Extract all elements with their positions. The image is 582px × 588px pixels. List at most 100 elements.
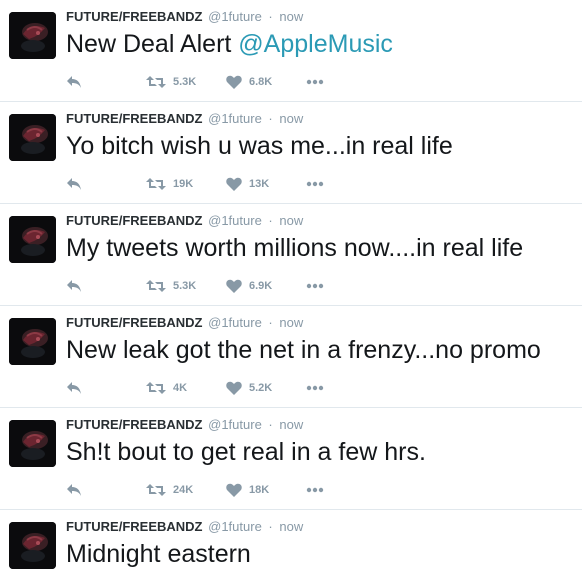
- tweet-body: Sh!t bout to get real in a few hrs.: [66, 438, 426, 466]
- avatar-artwork-icon: [9, 318, 56, 365]
- display-name[interactable]: FUTURE/FREEBANDZ: [66, 417, 203, 432]
- reply-button[interactable]: [66, 73, 82, 91]
- tweet[interactable]: FUTURE/FREEBANDZ @1future · now New Deal…: [0, 0, 582, 102]
- retweet-count: 24K: [173, 484, 194, 496]
- reply-icon: [67, 382, 81, 394]
- retweet-count: 5.3K: [173, 280, 197, 292]
- more-button[interactable]: [306, 73, 324, 91]
- avatar[interactable]: [9, 216, 56, 263]
- separator-dot: ·: [268, 9, 273, 24]
- more-button[interactable]: [306, 277, 324, 295]
- tweet[interactable]: FUTURE/FREEBANDZ @1future · now Sh!t bou…: [0, 408, 582, 510]
- retweet-button[interactable]: 5.3K: [146, 73, 196, 91]
- retweet-count: 19K: [173, 178, 194, 190]
- more-button[interactable]: [306, 379, 324, 397]
- user-handle[interactable]: @1future: [208, 519, 262, 534]
- user-handle[interactable]: @1future: [208, 9, 262, 24]
- like-count: 18K: [249, 484, 270, 496]
- tweet-header: FUTURE/FREEBANDZ @1future · now: [66, 417, 303, 433]
- more-dots-icon: [306, 181, 324, 187]
- separator-dot: ·: [268, 519, 273, 534]
- tweet[interactable]: FUTURE/FREEBANDZ @1future · now New leak…: [0, 306, 582, 408]
- like-count: 13K: [249, 178, 270, 190]
- user-handle[interactable]: @1future: [208, 315, 262, 330]
- user-handle[interactable]: @1future: [208, 417, 262, 432]
- avatar[interactable]: [9, 420, 56, 467]
- tweet-header: FUTURE/FREEBANDZ @1future · now: [66, 213, 303, 229]
- tweet-body: Yo bitch wish u was me...in real life: [66, 132, 453, 160]
- reply-button[interactable]: [66, 379, 82, 397]
- tweet[interactable]: FUTURE/FREEBANDZ @1future · now Yo bitch…: [0, 102, 582, 204]
- avatar[interactable]: [9, 318, 56, 365]
- more-dots-icon: [306, 79, 324, 85]
- like-count: 6.8K: [249, 76, 273, 88]
- mention-link[interactable]: @AppleMusic: [238, 30, 393, 58]
- separator-dot: ·: [268, 111, 273, 126]
- tweet-header: FUTURE/FREEBANDZ @1future · now: [66, 315, 303, 331]
- separator-dot: ·: [268, 315, 273, 330]
- more-button[interactable]: [306, 175, 324, 193]
- retweet-button[interactable]: 5.3K: [146, 277, 196, 295]
- like-button[interactable]: 6.9K: [226, 277, 272, 295]
- tweet-feed: FUTURE/FREEBANDZ @1future · now New Deal…: [0, 0, 582, 588]
- more-dots-icon: [306, 487, 324, 493]
- reply-button[interactable]: [66, 175, 82, 193]
- display-name[interactable]: FUTURE/FREEBANDZ: [66, 111, 203, 126]
- tweet-body: New Deal Alert: [66, 30, 239, 58]
- retweet-button[interactable]: 19K: [146, 175, 193, 193]
- retweet-icon: [146, 382, 166, 394]
- avatar-artwork-icon: [9, 216, 56, 263]
- retweet-button[interactable]: 4K: [146, 379, 187, 397]
- display-name[interactable]: FUTURE/FREEBANDZ: [66, 213, 203, 228]
- tweet-header: FUTURE/FREEBANDZ @1future · now: [66, 111, 303, 127]
- avatar[interactable]: [9, 522, 56, 569]
- separator-dot: ·: [268, 417, 273, 432]
- display-name[interactable]: FUTURE/FREEBANDZ: [66, 519, 203, 534]
- retweet-count: 5.3K: [173, 76, 197, 88]
- timestamp[interactable]: now: [279, 111, 303, 126]
- reply-icon: [67, 484, 81, 496]
- tweet-header: FUTURE/FREEBANDZ @1future · now: [66, 9, 303, 25]
- reply-button[interactable]: [66, 277, 82, 295]
- heart-icon: [226, 75, 242, 89]
- retweet-count: 4K: [173, 382, 188, 394]
- more-dots-icon: [306, 283, 324, 289]
- like-button[interactable]: 13K: [226, 175, 269, 193]
- reply-button[interactable]: [66, 481, 82, 499]
- retweet-button[interactable]: 24K: [146, 481, 193, 499]
- avatar-artwork-icon: [9, 12, 56, 59]
- like-button[interactable]: 5.2K: [226, 379, 272, 397]
- retweet-icon: [146, 484, 166, 496]
- display-name[interactable]: FUTURE/FREEBANDZ: [66, 315, 203, 330]
- heart-icon: [226, 483, 242, 497]
- retweet-icon: [146, 76, 166, 88]
- user-handle[interactable]: @1future: [208, 111, 262, 126]
- heart-icon: [226, 177, 242, 191]
- avatar-artwork-icon: [9, 114, 56, 161]
- user-handle[interactable]: @1future: [208, 213, 262, 228]
- avatar[interactable]: [9, 12, 56, 59]
- tweet-text: New leak got the net in a frenzy...no pr…: [66, 334, 541, 366]
- avatar-artwork-icon: [9, 522, 56, 569]
- tweet[interactable]: FUTURE/FREEBANDZ @1future · now Midnight…: [0, 510, 582, 588]
- timestamp[interactable]: now: [279, 519, 303, 534]
- timestamp[interactable]: now: [279, 9, 303, 24]
- tweet-header: FUTURE/FREEBANDZ @1future · now: [66, 519, 303, 535]
- display-name[interactable]: FUTURE/FREEBANDZ: [66, 9, 203, 24]
- reply-icon: [67, 178, 81, 190]
- tweet-body: My tweets worth millions now....in real …: [66, 234, 524, 262]
- tweet-text: New Deal Alert @AppleMusic: [66, 28, 393, 60]
- timestamp[interactable]: now: [279, 315, 303, 330]
- more-button[interactable]: [306, 481, 324, 499]
- separator-dot: ·: [268, 213, 273, 228]
- avatar[interactable]: [9, 114, 56, 161]
- like-count: 6.9K: [249, 280, 273, 292]
- like-button[interactable]: 6.8K: [226, 73, 272, 91]
- like-button[interactable]: 18K: [226, 481, 269, 499]
- tweet-text: Yo bitch wish u was me...in real life: [66, 130, 453, 162]
- timestamp[interactable]: now: [279, 417, 303, 432]
- tweet[interactable]: FUTURE/FREEBANDZ @1future · now My tweet…: [0, 204, 582, 306]
- timestamp[interactable]: now: [279, 213, 303, 228]
- retweet-icon: [146, 280, 166, 292]
- more-dots-icon: [306, 385, 324, 391]
